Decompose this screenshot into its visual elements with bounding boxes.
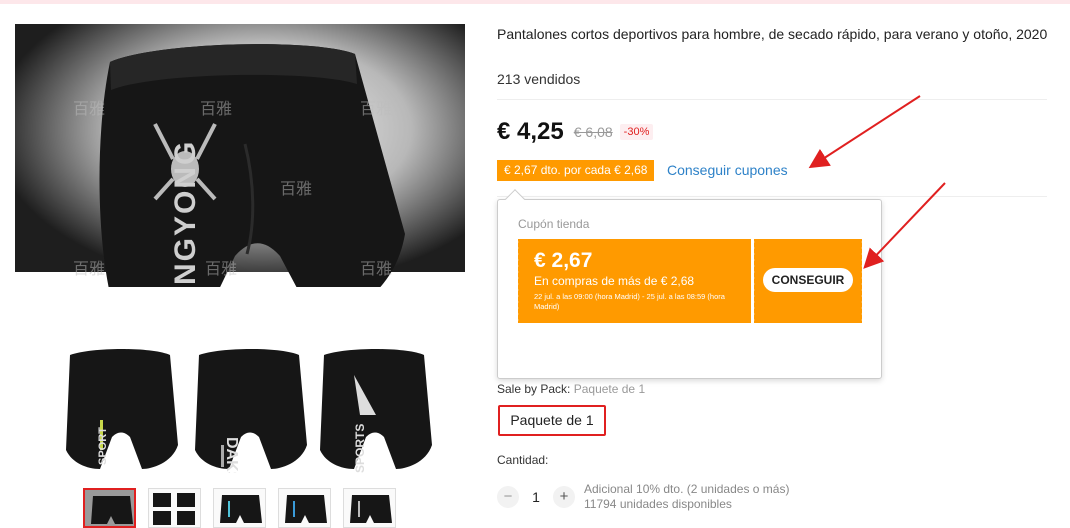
store-coupon-card: € 2,67 En compras de más de € 2,68 22 ju… xyxy=(516,239,864,323)
quantity-increase-button[interactable]: + xyxy=(553,486,575,508)
pack-option-selected[interactable]: Paquete de 1 xyxy=(498,405,606,436)
svg-text:百雅: 百雅 xyxy=(205,259,237,278)
brand-print-text: JINGYONG xyxy=(169,140,202,287)
coupon-action-area: CONSEGUIR xyxy=(752,239,864,323)
popup-caret xyxy=(505,189,525,209)
get-coupons-link[interactable]: Conseguir cupones xyxy=(667,162,788,178)
selected-pack-value: Paquete de 1 xyxy=(573,382,646,396)
svg-text:百雅: 百雅 xyxy=(73,99,105,118)
thumb-print-text: DAKS xyxy=(223,437,240,473)
arrow-to-get-coupons xyxy=(808,95,921,169)
product-variant-image-1[interactable]: SPORT xyxy=(62,345,180,473)
coupon-amount: € 2,67 xyxy=(534,249,593,272)
thumbnail-3[interactable] xyxy=(213,488,266,528)
current-price: € 4,25 xyxy=(497,118,564,145)
discount-badge: -30% xyxy=(619,124,654,140)
coupon-popup: Cupón tienda € 2,67 En compras de más de… xyxy=(497,189,882,379)
quantity-input[interactable] xyxy=(519,489,553,505)
thumbnail-strip xyxy=(83,488,396,528)
top-banner-strip xyxy=(0,0,1070,4)
divider xyxy=(497,99,1047,100)
price-row: € 4,25 € 6,08 -30% xyxy=(497,118,654,146)
thumbnail-2[interactable] xyxy=(148,488,201,528)
svg-text:百雅: 百雅 xyxy=(360,99,392,118)
sale-by-pack-label: Sale by Pack: Paquete de 1 xyxy=(497,382,646,396)
quantity-label: Cantidad: xyxy=(497,453,549,467)
quantity-info: Adicional 10% dto. (2 unidades o más) 11… xyxy=(584,482,789,512)
coupon-tag[interactable]: € 2,67 dto. por cada € 2,68 xyxy=(497,160,655,181)
coupon-details: € 2,67 En compras de más de € 2,68 22 ju… xyxy=(516,239,751,323)
divider xyxy=(497,196,1047,197)
thumbnail-1[interactable] xyxy=(83,488,136,528)
main-product-image[interactable]: JINGYONG 百雅 百雅 百雅 百雅 百雅 百雅 百雅 xyxy=(15,24,465,287)
bulk-discount-text: Adicional 10% dto. (2 unidades o más) xyxy=(584,482,790,496)
stock-available-text: 11794 unidades disponibles xyxy=(584,497,732,511)
quantity-decrease-button[interactable]: − xyxy=(497,486,519,508)
svg-text:百雅: 百雅 xyxy=(200,99,232,118)
product-variant-image-2[interactable]: DAKS xyxy=(191,345,309,483)
svg-text:百雅: 百雅 xyxy=(360,259,392,278)
thumb-print-text: SPORTS xyxy=(353,424,367,473)
svg-text:百雅: 百雅 xyxy=(280,179,312,198)
svg-text:百雅: 百雅 xyxy=(73,259,105,278)
coupon-condition: En compras de más de € 2,68 xyxy=(534,274,695,288)
original-price: € 6,08 xyxy=(573,124,613,140)
quantity-stepper: − + Adicional 10% dto. (2 unidades o más… xyxy=(497,482,789,512)
get-coupon-button[interactable]: CONSEGUIR xyxy=(763,268,853,292)
product-title: Pantalones cortos deportivos para hombre… xyxy=(497,26,1048,42)
thumbnail-5[interactable] xyxy=(343,488,396,528)
coupon-validity-dates: 22 jul. a las 09:00 (hora Madrid) - 25 j… xyxy=(534,292,725,311)
thumbnail-4[interactable] xyxy=(278,488,331,528)
sold-count: 213 vendidos xyxy=(497,71,581,87)
popup-label: Cupón tienda xyxy=(518,217,590,231)
thumb-print-text: SPORT xyxy=(97,427,109,465)
product-variant-image-3[interactable]: SPORTS xyxy=(316,345,434,473)
